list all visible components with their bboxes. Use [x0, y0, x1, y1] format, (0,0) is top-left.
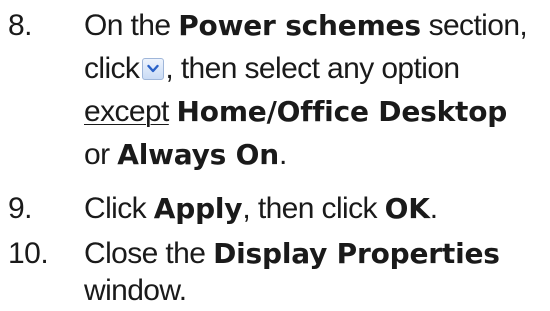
- step-text: .: [279, 138, 287, 171]
- dropdown-button: [142, 58, 165, 80]
- step-10-line-2: window.: [84, 271, 187, 311]
- step-number: 8.: [8, 9, 33, 42]
- step-text: Click: [84, 192, 147, 225]
- always-on-label: Always On: [117, 138, 280, 171]
- ok-label: OK: [384, 192, 430, 225]
- step-8-line-3: except Home/Office Desktop: [84, 92, 507, 132]
- step-text: Close the: [84, 237, 206, 270]
- step-text: or: [84, 138, 110, 171]
- chevron-down-icon: [147, 64, 160, 73]
- step-8-line-1: On the Power schemes section,: [84, 6, 528, 46]
- display-properties-label: Display Properties: [213, 237, 500, 270]
- step-number: 9.: [8, 192, 33, 225]
- step-text: section,: [428, 9, 528, 42]
- step-text: window.: [84, 274, 187, 307]
- step-9-line-1: Click Apply, then click OK.: [84, 189, 438, 229]
- step-text: click: [84, 52, 140, 85]
- step-8-line-2: click , then select any option: [84, 49, 460, 89]
- step-text: , then click: [242, 192, 377, 225]
- instruction-steps: 8. On the Power schemes section, click , …: [0, 0, 550, 311]
- except-label: except: [84, 95, 169, 128]
- step-number: 10.: [8, 237, 49, 270]
- home-office-desktop-label: Home/Office Desktop: [176, 95, 508, 128]
- step-text: .: [429, 192, 438, 225]
- power-schemes-label: Power schemes: [178, 9, 421, 42]
- step-text: , then select any option: [165, 52, 460, 85]
- step-8-line-4: or Always On.: [84, 135, 287, 175]
- step-10-line-1: Close the Display Properties: [84, 234, 500, 274]
- step-text: On the: [84, 9, 171, 42]
- apply-label: Apply: [153, 192, 243, 225]
